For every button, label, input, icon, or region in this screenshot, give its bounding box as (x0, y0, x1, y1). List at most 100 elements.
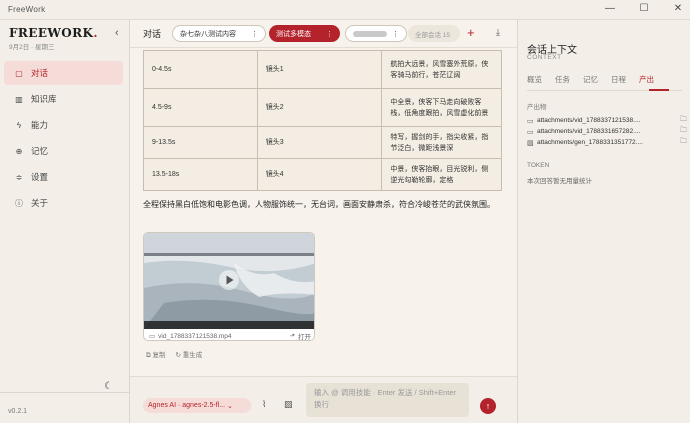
tab-overview[interactable]: 概览 (527, 74, 542, 85)
cell-desc: 航拍大远景，风雪塞外荒原，侠客骑马前行，苍茫辽阔 (381, 50, 502, 89)
conversation-chip-blurred[interactable]: ⋮ (345, 25, 407, 42)
new-conversation-plus-icon[interactable]: + (467, 25, 475, 40)
folder-icon[interactable]: 🗀 (677, 137, 687, 148)
sidebar-item-about[interactable]: ⓘ 关于 (4, 191, 123, 215)
current-date: 9月2日 · 星期三 (9, 44, 55, 51)
regenerate-button[interactable]: ↻ 重生成 (175, 349, 202, 360)
copy-button[interactable]: ⧉ 复制 (146, 349, 165, 360)
context-subtitle: CONTEXT (527, 54, 562, 61)
active-tab-indicator (649, 89, 669, 91)
sidebar-item-abilities[interactable]: ϟ 能力 (4, 113, 123, 137)
cell-shot: 镜头3 (256, 126, 383, 159)
more-menu-icon[interactable]: ⋮ (326, 30, 333, 38)
artifact-path: attachments/vid_1788337121538.... (537, 117, 641, 124)
close-icon[interactable]: ✕ (672, 2, 684, 16)
cell-desc: 中景，侠客抬眼，目光锐利，侧逆光勾勒轮廓，定格 (381, 158, 502, 191)
collapse-sidebar-icon[interactable]: ‹ (115, 27, 119, 39)
message-input[interactable]: 输入 @ 调用技能 · Enter 发送 / Shift+Enter 换行 (306, 383, 469, 417)
video-filename: vid_1788337121538.mp4 (158, 332, 232, 340)
info-icon: ⓘ (15, 198, 23, 208)
folder-icon[interactable]: 🗀 (677, 126, 687, 137)
memory-icon: ⊕ (15, 146, 23, 156)
sidebar-item-label: 知识库 (31, 94, 57, 104)
message-paragraph: 全程保持黑白低饱和电影色调，人物服饰统一，无台词，画面安静肃杀，符合冷峻苍茫的武… (143, 200, 495, 209)
message-content: 0-4.5s 镜头1 航拍大远景，风雪塞外荒原，侠客骑马前行，苍茫辽阔 4.5-… (143, 50, 503, 211)
table-row: 13.5-18s 镜头4 中景，侠客抬眼，目光锐利，侧逆光勾勒轮廓，定格 (143, 158, 502, 191)
list-item[interactable]: ▭ attachments/vid_1788331657282.... 🗀 (527, 126, 687, 137)
tabbar-title: 对话 (143, 29, 162, 39)
video-thumbnail[interactable] (144, 233, 314, 329)
brand-dot: . (93, 26, 98, 40)
sidebar-item-memory[interactable]: ⊕ 记忆 (4, 139, 123, 163)
window-title: FreeWork (8, 5, 46, 14)
copy-icon: ⧉ (146, 352, 151, 359)
download-icon[interactable]: ⤓ (496, 27, 500, 38)
video-file-row: ▭ vid_1788337121538.mp4 ⬏ 打开 (144, 330, 314, 341)
artifact-path: attachments/gen_1788331351772.... (537, 139, 643, 146)
conversation-chip-active[interactable]: 测试多模态 ⋮ (269, 25, 340, 42)
sidebar-item-label: 记忆 (31, 146, 49, 156)
refresh-icon: ↻ (175, 352, 181, 359)
tab-schedule[interactable]: 日程 (611, 74, 626, 85)
open-file-icon[interactable]: ⬏ (290, 332, 295, 340)
chevron-down-icon: ⌄ (227, 402, 233, 410)
all-conversations-button[interactable]: 全部会话 15 (408, 25, 460, 42)
folder-icon[interactable]: 🗀 (677, 115, 687, 126)
model-label: Agnes AI · agnes-2.5-fl... (148, 402, 226, 409)
chip-label: 杂七杂八测试内容 (180, 30, 236, 38)
paperclip-icon[interactable]: ⌇ (262, 399, 266, 410)
image-file-icon: ▨ (527, 139, 534, 147)
theme-toggle-moon-icon[interactable]: ☾ (104, 381, 113, 392)
cell-time: 0-4.5s (143, 50, 258, 89)
sidebar-item-chat[interactable]: ▢ 对话 (4, 61, 123, 85)
cell-time: 4.5-9s (143, 88, 258, 127)
cell-time: 13.5-18s (143, 158, 258, 191)
title-bar: FreeWork — ☐ ✕ (0, 0, 690, 20)
open-button[interactable]: 打开 (298, 331, 311, 340)
video-attachment[interactable]: ▭ vid_1788337121538.mp4 ⬏ 打开 (143, 232, 315, 341)
sidebar-item-label: 能力 (31, 120, 49, 130)
sidebar-item-label: 对话 (31, 68, 49, 78)
sidebar: FREEWORK. ‹ 9月2日 · 星期三 ▢ 对话 ▥ 知识库 ϟ 能力 ⊕… (0, 20, 130, 423)
artifact-path: attachments/vid_1788331657282.... (537, 128, 641, 135)
tab-memory[interactable]: 记忆 (583, 74, 598, 85)
context-tabs: 概览 任务 记忆 日程 产出 (527, 74, 654, 85)
artifacts-label: 产出物 (527, 104, 547, 111)
more-menu-icon[interactable]: ⋮ (392, 30, 399, 38)
sidebar-item-knowledge-base[interactable]: ▥ 知识库 (4, 87, 123, 111)
table-row: 4.5-9s 镜头2 中全景，侠客下马走向破败客栈，低角度跟拍，风雪虚化前景 (143, 88, 502, 127)
play-icon[interactable] (218, 269, 240, 291)
conversation-chip-misc[interactable]: 杂七杂八测试内容 ⋮ (172, 25, 266, 42)
cell-desc: 特写，握剑的手，指尖收紧，指节泛白，微距浅景深 (381, 126, 502, 159)
minimize-icon[interactable]: — (604, 2, 616, 16)
maximize-icon[interactable]: ☐ (638, 2, 650, 16)
image-icon[interactable]: ▨ (284, 399, 293, 410)
tab-outputs[interactable]: 产出 (639, 74, 654, 85)
arrow-up-icon: ↑ (485, 401, 491, 411)
sidebar-item-settings[interactable]: ≑ 设置 (4, 165, 123, 189)
table-row: 0-4.5s 镜头1 航拍大远景，风雪塞外荒原，侠客骑马前行，苍茫辽阔 (143, 50, 502, 89)
brand-logo: FREEWORK. (9, 26, 98, 40)
more-menu-icon[interactable]: ⋮ (251, 30, 258, 38)
token-label: TOKEN (527, 162, 550, 169)
video-file-icon: ▭ (527, 128, 534, 136)
chip-label: 测试多模态 (276, 30, 311, 38)
chat-main: 对话 杂七杂八测试内容 ⋮ 测试多模态 ⋮ ⋮ 全部会话 15 + ⤓ 0-4.… (130, 20, 517, 423)
copy-label: 复制 (152, 352, 166, 359)
sidebar-item-label: 关于 (31, 198, 49, 208)
list-item[interactable]: ▭ attachments/vid_1788337121538.... 🗀 (527, 115, 687, 126)
artifacts-list: ▭ attachments/vid_1788337121538.... 🗀 ▭ … (527, 115, 687, 148)
tab-tasks[interactable]: 任务 (555, 74, 570, 85)
cell-shot: 镜头1 (256, 50, 383, 89)
chat-icon: ▢ (15, 68, 23, 78)
cell-time: 9-13.5s (143, 126, 258, 159)
model-selector[interactable]: Agnes AI · agnes-2.5-fl... ⌄ (143, 398, 251, 413)
token-usage-text: 本次回答暂无用量统计 (527, 178, 592, 185)
list-item[interactable]: ▨ attachments/gen_1788331351772.... 🗀 (527, 137, 687, 148)
send-button[interactable]: ↑ (480, 398, 496, 414)
book-icon: ▥ (15, 94, 23, 104)
brand-name: FREEWORK (9, 26, 94, 40)
cell-shot: 镜头4 (256, 158, 383, 191)
cell-desc: 中全景，侠客下马走向破败客栈，低角度跟拍，风雪虚化前景 (381, 88, 502, 127)
blurred-label (353, 30, 387, 37)
